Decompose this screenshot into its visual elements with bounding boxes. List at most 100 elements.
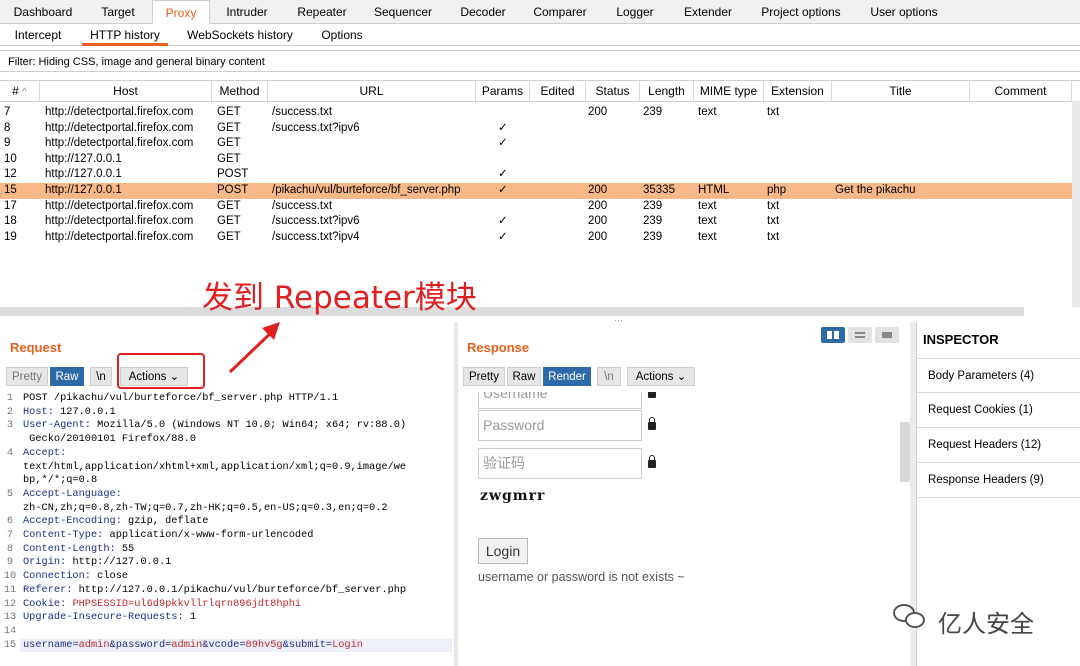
response-render-button[interactable]: Render (543, 367, 591, 386)
login-button[interactable]: Login (478, 538, 528, 564)
cell-ext: txt (767, 215, 780, 228)
header-value: zh-CN,zh;q=0.8,zh-TW;q=0.7,zh-HK;q=0.5,e… (23, 501, 388, 514)
request-line: Accept-Encoding: gzip, deflate (23, 515, 208, 529)
header-value: Mozilla/5.0 (Windows NT 10.0; Win64; x64… (90, 419, 407, 432)
request-editor[interactable]: 1 POST /pikachu/vul/burteforce/bf_server.… (0, 392, 454, 666)
header-name: Accept-Language: (23, 487, 122, 500)
request-line: POST /pikachu/vul/burteforce/bf_server.p… (23, 392, 338, 406)
request-line: Referer: http://127.0.0.1/pikachu/vul/bu… (23, 584, 406, 598)
cell-url: /pikachu/vul/burteforce/bf_server.php (272, 184, 461, 196)
line-number: 10 (3, 570, 17, 583)
line-number: 8 (6, 542, 14, 555)
table-row[interactable]: 9 http://detectportal.firefox.com GET ✓ (0, 136, 1072, 152)
request-pretty-button[interactable]: Pretty (6, 367, 48, 386)
cell-method: GET (217, 230, 241, 243)
inspector-response-headers[interactable]: Response Headers (9) (917, 463, 1080, 498)
response-actions-dropdown[interactable]: Actions ⌄ (627, 367, 695, 386)
tab-proxy[interactable]: Proxy (152, 0, 210, 24)
col-header-url[interactable]: URL (268, 81, 476, 102)
response-title: Response (467, 340, 530, 355)
header-name: Cookie: (23, 597, 67, 610)
password-field[interactable]: Password (478, 410, 642, 441)
watermark-text: 亿人安全 (938, 610, 1034, 638)
tab-comparer[interactable]: Comparer (524, 0, 596, 24)
tab-logger[interactable]: Logger (602, 0, 668, 24)
tab-options[interactable]: Options (312, 24, 372, 46)
vcode-field[interactable]: 验证码 (478, 448, 642, 479)
cell-method: GET (217, 137, 241, 150)
cell-ext: txt (767, 106, 780, 118)
table-row[interactable]: 19 http://detectportal.firefox.com GET/suc… (0, 230, 1072, 246)
line-number: 12 (3, 597, 17, 610)
request-raw-button[interactable]: Raw (50, 367, 84, 386)
table-row[interactable]: 8 http://detectportal.firefox.com GET/succ… (0, 121, 1072, 137)
cell-method: GET (217, 106, 241, 118)
response-pretty-button[interactable]: Pretty (463, 367, 505, 386)
tab-dashboard[interactable]: Dashboard (2, 0, 84, 24)
tab-decoder[interactable]: Decoder (448, 0, 518, 24)
cell-status: 200 (588, 184, 608, 196)
table-horizontal-scrollbar[interactable] (0, 307, 1024, 316)
username-field[interactable]: Username (478, 392, 642, 409)
tab-intercept[interactable]: Intercept (4, 24, 72, 46)
response-raw-button[interactable]: Raw (507, 367, 541, 386)
cell-host: http://127.0.0.1 (45, 152, 122, 165)
table-row[interactable]: 17 http://detectportal.firefox.com GET/suc… (0, 199, 1072, 215)
col-header-extension[interactable]: Extension (764, 81, 832, 102)
request-line: zh-CN,zh;q=0.8,zh-TW;q=0.7,zh-HK;q=0.5,e… (23, 502, 388, 516)
header-value: PHPSESSID=ul6d9pkkvllrlqrn896jdt8hphi (66, 597, 302, 610)
table-row[interactable]: 10 http://127.0.0.1 GET (0, 152, 1072, 168)
tab-target[interactable]: Target (86, 0, 150, 24)
proxy-sub-tab-bar: Intercept HTTP history WebSockets histor… (0, 24, 1080, 46)
header-value: text/html,application/xhtml+xml,applicat… (23, 460, 407, 473)
tab-intruder[interactable]: Intruder (214, 0, 280, 24)
request-newline-button[interactable]: \n (90, 367, 112, 386)
layout-single-icon[interactable] (875, 327, 899, 343)
tab-user-options[interactable]: User options (860, 0, 948, 24)
table-row[interactable]: 12 http://127.0.0.1 POST ✓ (0, 167, 1072, 183)
inspector-body-parameters[interactable]: Body Parameters (4) (917, 358, 1080, 393)
table-row[interactable]: 18 http://detectportal.firefox.com GET/suc… (0, 214, 1072, 230)
split-handle-horizontal[interactable]: ··· (614, 316, 628, 325)
col-header-method[interactable]: Method (212, 81, 268, 102)
col-header-mime-type[interactable]: MIME type (694, 81, 764, 102)
cell-host: http://detectportal.firefox.com (45, 106, 194, 118)
tab-sequencer[interactable]: Sequencer (364, 0, 442, 24)
col-header-comment[interactable]: Comment (970, 81, 1072, 102)
sort-ascending-icon: ^ (22, 87, 27, 98)
col-header-number[interactable]: # ^ (0, 81, 40, 102)
table-row[interactable]: 15 http://127.0.0.1 POST/pikachu/vul/burte… (0, 183, 1072, 199)
response-render-view: Username Password 验证码 zwgmrr Login usern… (458, 392, 910, 666)
col-header-host[interactable]: Host (40, 81, 212, 102)
tab-project-options[interactable]: Project options (750, 0, 852, 24)
tab-websockets-history[interactable]: WebSockets history (180, 24, 300, 46)
col-header-edited[interactable]: Edited (530, 81, 586, 102)
request-line: Origin: http://127.0.0.1 (23, 556, 171, 570)
table-row[interactable]: 7 http://detectportal.firefox.com GET/succ… (0, 105, 1072, 121)
cell-host: http://detectportal.firefox.com (45, 137, 194, 150)
cell-url: /success.txt?ipv6 (272, 215, 360, 228)
cell-params: ✓ (498, 230, 508, 243)
layout-side-by-side-icon[interactable] (821, 327, 845, 343)
line-number: 4 (6, 446, 14, 459)
layout-stacked-icon[interactable] (848, 327, 872, 343)
col-header-number-label: # (12, 84, 19, 98)
filter-bar[interactable]: Filter: Hiding CSS, image and general bi… (0, 50, 1080, 72)
inspector-request-headers[interactable]: Request Headers (12) (917, 428, 1080, 463)
response-scrollbar[interactable] (900, 422, 910, 482)
inspector-request-cookies[interactable]: Request Cookies (1) (917, 393, 1080, 428)
tab-repeater[interactable]: Repeater (284, 0, 360, 24)
tab-extender[interactable]: Extender (674, 0, 742, 24)
col-header-params[interactable]: Params (476, 81, 530, 102)
col-header-status[interactable]: Status (586, 81, 640, 102)
col-header-title[interactable]: Title (832, 81, 970, 102)
header-name: Accept-Encoding: (23, 515, 122, 528)
response-newline-button[interactable]: \n (597, 367, 621, 386)
cell-host: http://detectportal.firefox.com (45, 121, 194, 134)
col-header-length[interactable]: Length (640, 81, 694, 102)
tab-http-history[interactable]: HTTP history (82, 24, 168, 46)
header-name: Host: (23, 405, 54, 418)
http-history-table: # ^ Host Method URL Params Edited Status… (0, 80, 1080, 316)
table-vertical-scrollbar[interactable] (1072, 101, 1080, 307)
line-number: 13 (3, 611, 17, 624)
